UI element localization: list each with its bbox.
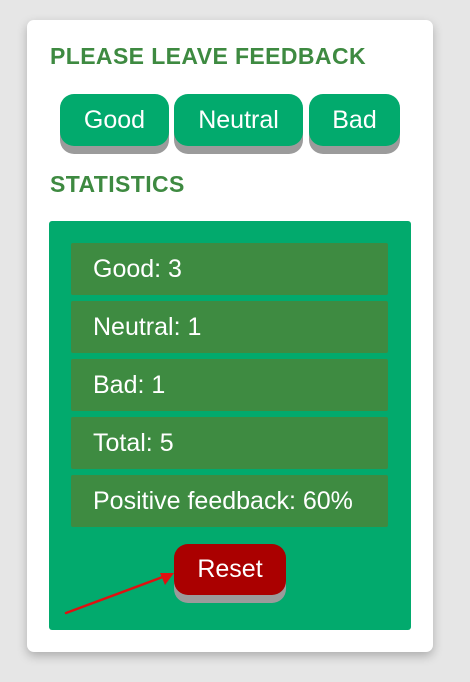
good-button[interactable]: Good xyxy=(60,94,169,146)
statistics-title: STATISTICS xyxy=(50,171,185,197)
neutral-button[interactable]: Neutral xyxy=(174,94,303,146)
stat-total: Total: 5 xyxy=(71,417,388,469)
stat-positive-feedback: Positive feedback: 60% xyxy=(71,475,388,527)
feedback-title: PLEASE LEAVE FEEDBACK xyxy=(50,43,366,69)
reset-button[interactable]: Reset xyxy=(174,544,286,595)
feedback-card: PLEASE LEAVE FEEDBACK Good Neutral Bad S… xyxy=(27,20,433,652)
stat-neutral: Neutral: 1 xyxy=(71,301,388,353)
arrow-icon xyxy=(64,573,174,615)
bad-button[interactable]: Bad xyxy=(309,94,400,146)
stat-good: Good: 3 xyxy=(71,243,388,295)
stat-bad: Bad: 1 xyxy=(71,359,388,411)
